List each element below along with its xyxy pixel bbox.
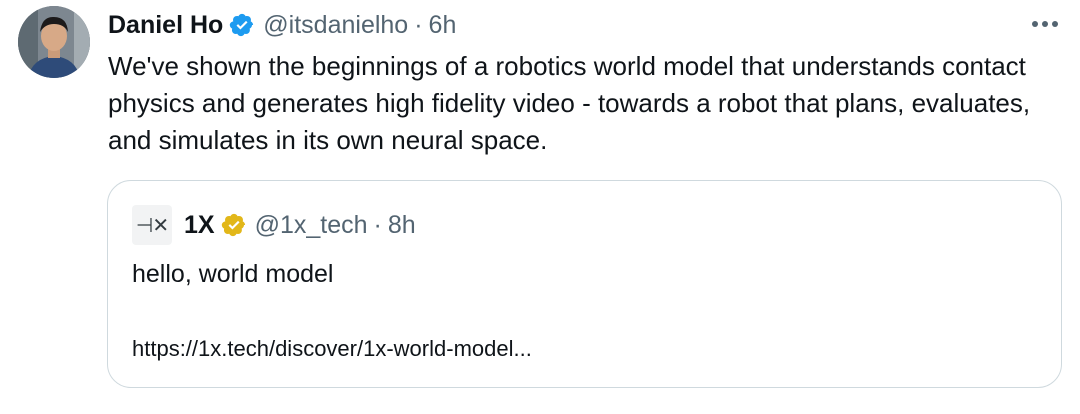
logo-mark: ⊣✕: [135, 213, 169, 237]
verified-gold-badge-icon[interactable]: [221, 212, 247, 238]
separator-dot: ·: [414, 10, 423, 39]
dot: [1052, 21, 1058, 27]
tweet-header: Daniel Ho @itsdanielho · 6h: [108, 8, 456, 42]
separator-dot: ·: [373, 210, 382, 239]
quoted-tweet[interactable]: ⊣✕ 1X @1x_tech · 8h hello, world model h…: [107, 180, 1062, 388]
quoted-timestamp[interactable]: 8h: [388, 211, 416, 240]
quoted-tweet-link[interactable]: https://1x.tech/discover/1x-world-model.…: [132, 333, 532, 365]
quoted-author-handle[interactable]: @1x_tech: [255, 211, 368, 240]
dot: [1042, 21, 1048, 27]
quoted-author-avatar[interactable]: ⊣✕: [132, 205, 172, 245]
tweet[interactable]: Daniel Ho @itsdanielho · 6h We've shown …: [0, 0, 1080, 414]
author-handle[interactable]: @itsdanielho: [263, 11, 408, 40]
dot: [1032, 21, 1038, 27]
avatar[interactable]: [18, 6, 90, 78]
verified-badge-icon[interactable]: [229, 12, 255, 38]
tweet-text: We've shown the beginnings of a robotics…: [108, 51, 1031, 155]
more-options-icon[interactable]: [1026, 10, 1064, 38]
avatar-photo: [18, 6, 90, 78]
timestamp[interactable]: 6h: [429, 11, 457, 40]
quoted-tweet-text: hello, world model: [132, 260, 334, 288]
author-name[interactable]: Daniel Ho: [108, 11, 223, 40]
quoted-author-name[interactable]: 1X: [184, 211, 215, 240]
quoted-tweet-header: ⊣✕ 1X @1x_tech · 8h: [132, 205, 416, 245]
